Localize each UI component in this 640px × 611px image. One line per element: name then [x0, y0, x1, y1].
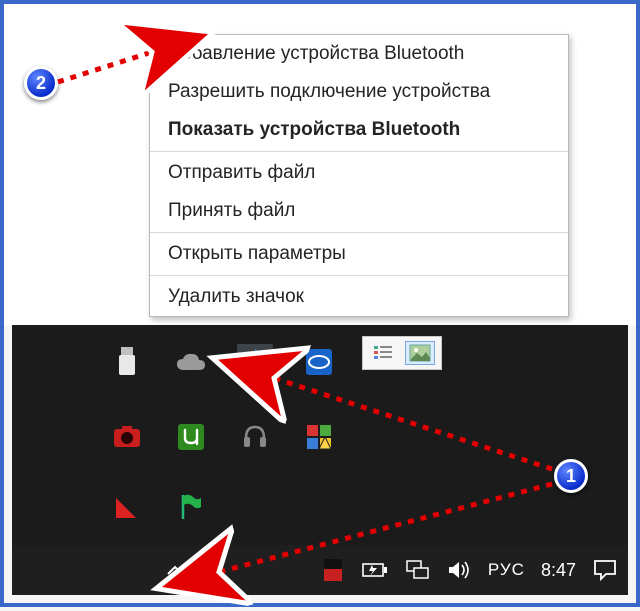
camera-icon[interactable]: [109, 419, 145, 455]
usb-icon[interactable]: [109, 344, 145, 380]
menu-item-add-device[interactable]: Добавление устройства Bluetooth: [150, 35, 568, 73]
menu-separator: [150, 151, 568, 152]
bluetooth-tray-icon[interactable]: [237, 344, 273, 380]
menu-separator: [150, 275, 568, 276]
menu-item-receive-file[interactable]: Принять файл: [150, 192, 568, 230]
volume-icon[interactable]: [446, 557, 472, 583]
view-thumbnail-icon[interactable]: [405, 341, 435, 365]
security-warning-icon[interactable]: [301, 419, 337, 455]
tray-row-2: [109, 419, 337, 455]
annotation-badge-1: 1: [554, 459, 588, 493]
tray-row-3: [109, 489, 209, 525]
network-icon[interactable]: [404, 557, 430, 583]
view-list-icon[interactable]: [369, 341, 399, 365]
app-icon-red[interactable]: [320, 557, 346, 583]
utorrent-icon[interactable]: [173, 419, 209, 455]
menu-item-show-devices[interactable]: Показать устройства Bluetooth: [150, 111, 568, 149]
menu-item-remove-icon[interactable]: Удалить значок: [150, 278, 568, 316]
menu-item-open-settings[interactable]: Открыть параметры: [150, 235, 568, 273]
bluetooth-context-menu: Добавление устройства Bluetooth Разрешит…: [149, 34, 569, 317]
taskbar: РУС 8:47: [12, 545, 628, 595]
intel-graphics-icon[interactable]: [301, 344, 337, 380]
menu-item-send-file[interactable]: Отправить файл: [150, 154, 568, 192]
menu-item-allow-connection[interactable]: Разрешить подключение устройства: [150, 73, 568, 111]
annotation-badge-2: 2: [24, 66, 58, 100]
language-indicator[interactable]: РУС: [488, 560, 525, 580]
menu-separator: [150, 232, 568, 233]
action-center-icon[interactable]: [592, 557, 618, 583]
tray-chevron-up-icon[interactable]: [162, 557, 188, 583]
tray-row-1: [109, 344, 337, 380]
clock[interactable]: 8:47: [541, 560, 576, 581]
headset-icon[interactable]: [237, 419, 273, 455]
red-triangle-icon[interactable]: [109, 489, 145, 525]
view-mode-toolbar: [362, 336, 442, 370]
green-flag-icon[interactable]: [173, 489, 209, 525]
onedrive-icon[interactable]: [173, 344, 209, 380]
battery-icon[interactable]: [362, 557, 388, 583]
